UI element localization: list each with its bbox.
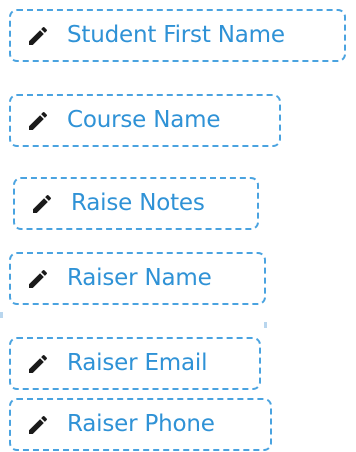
field-chip-raise-notes[interactable]: Raise Notes <box>13 177 259 230</box>
field-chip-list: Student First Name Course Name Raise Not… <box>0 0 356 452</box>
field-chip-label: Raiser Email <box>67 350 208 376</box>
pencil-icon <box>25 412 51 438</box>
field-chip-label: Raiser Name <box>67 265 212 291</box>
field-chip-label: Course Name <box>67 107 221 133</box>
pencil-icon <box>25 108 51 134</box>
drag-artifact-mark <box>264 322 267 328</box>
field-chip-raiser-email[interactable]: Raiser Email <box>9 337 261 390</box>
field-chip-student-first-name[interactable]: Student First Name <box>9 9 346 62</box>
field-chip-label: Raise Notes <box>71 190 205 216</box>
field-chip-raiser-name[interactable]: Raiser Name <box>9 252 266 305</box>
pencil-icon <box>25 351 51 377</box>
field-chip-course-name[interactable]: Course Name <box>9 94 281 147</box>
drag-artifact-mark <box>0 312 3 318</box>
field-chip-label: Student First Name <box>67 22 285 48</box>
pencil-icon <box>25 266 51 292</box>
field-chip-raiser-phone[interactable]: Raiser Phone <box>9 398 272 451</box>
pencil-icon <box>25 23 51 49</box>
field-chip-label: Raiser Phone <box>67 411 215 437</box>
pencil-icon <box>29 191 55 217</box>
